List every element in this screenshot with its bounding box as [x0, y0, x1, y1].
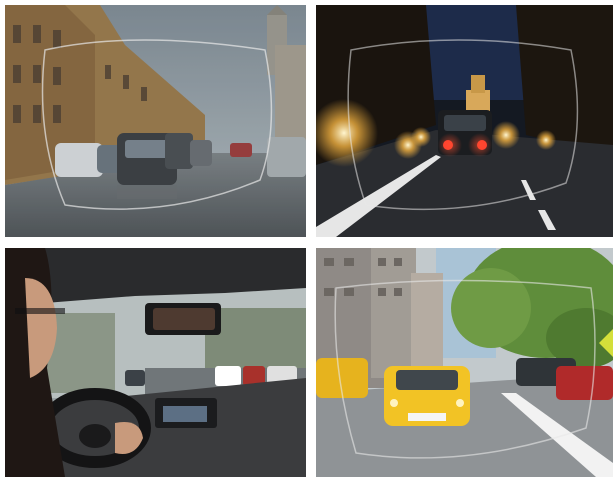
- car-interior-illustration: [5, 248, 306, 477]
- photo-taxi-street: [316, 248, 613, 477]
- photo-car-interior: [5, 248, 306, 477]
- accent-arrow-icon: [599, 329, 613, 357]
- photo-night-street: [316, 5, 613, 237]
- night-street-illustration: [316, 5, 613, 237]
- taxi-street-illustration: [316, 248, 613, 477]
- photo-rainy-street: [5, 5, 306, 237]
- rainy-street-illustration: [5, 5, 306, 237]
